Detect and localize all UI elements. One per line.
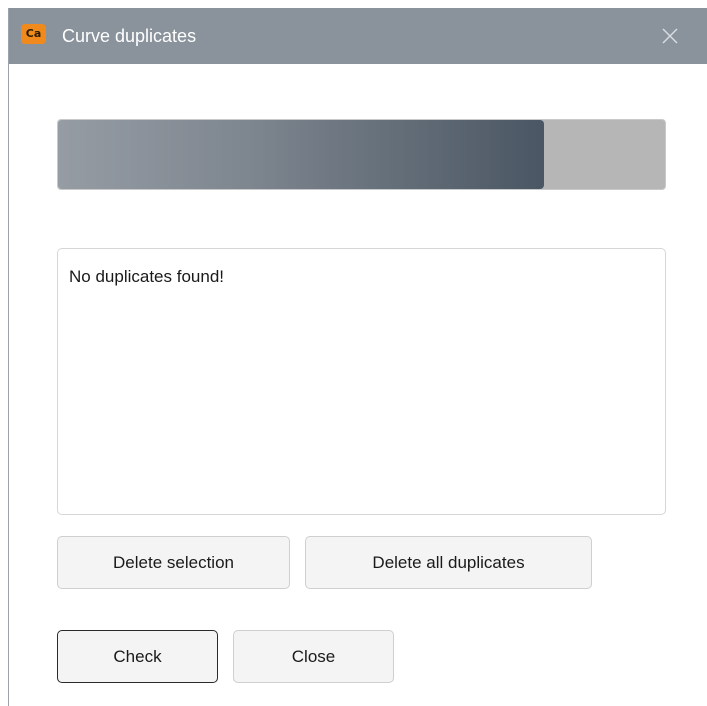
results-text: No duplicates found! xyxy=(69,267,224,286)
results-textbox[interactable]: No duplicates found! xyxy=(57,248,666,515)
progress-bar xyxy=(57,119,666,190)
progress-fill xyxy=(58,120,544,189)
app-icon: Ca xyxy=(21,24,46,44)
check-button[interactable]: Check xyxy=(57,630,218,683)
window-title: Curve duplicates xyxy=(62,26,197,46)
close-icon[interactable] xyxy=(661,27,679,45)
title-bar[interactable]: Ca Curve duplicates xyxy=(9,8,707,64)
close-button[interactable]: Close xyxy=(233,630,394,683)
delete-all-duplicates-button[interactable]: Delete all duplicates xyxy=(305,536,592,589)
delete-selection-button[interactable]: Delete selection xyxy=(57,536,290,589)
curve-duplicates-dialog: Ca Curve duplicates No duplicates found!… xyxy=(8,8,707,706)
